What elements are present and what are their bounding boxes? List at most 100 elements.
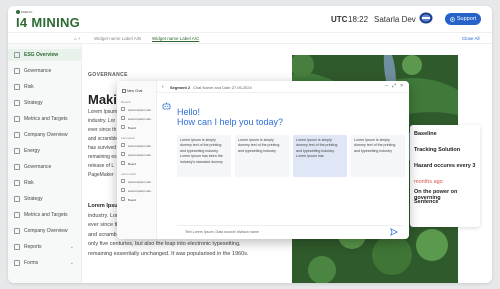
history-item[interactable]: Lorem Ipsum sim.. [121, 178, 155, 186]
company-badge-icon [419, 12, 433, 24]
sidebar-item-icon [14, 52, 20, 58]
close-all-link[interactable]: Close All [462, 36, 480, 41]
chat-bubble-icon [121, 143, 125, 147]
sidebar-item-icon [14, 244, 20, 250]
history-item-label: Lorem Ipsum sim.. [128, 143, 153, 148]
sidebar-item[interactable]: Company Overview [8, 129, 82, 141]
sidebar-item[interactable]: Reports ⌄ [8, 241, 82, 253]
history-item[interactable]: Lorem Ipsum sim.. [121, 187, 155, 195]
card-line: Sentence [414, 199, 439, 205]
history-item-label: Board [128, 125, 137, 130]
sidebar-item[interactable]: Governance [8, 161, 82, 173]
history-section-title: Last month [121, 172, 136, 176]
sidebar-item[interactable]: Governance [8, 65, 82, 77]
sidebar-item[interactable]: Metrics and Targets [8, 209, 82, 221]
support-label: Support [456, 16, 477, 22]
sidebar-item-label: Strategy [24, 196, 43, 202]
history-item[interactable]: Board [121, 160, 155, 168]
chat-header: ‹ Segment 2 Chat Name and Date 27.06.202… [157, 81, 409, 93]
home-icon[interactable]: ⌂ › [74, 36, 80, 42]
sidebar-item-icon [14, 180, 20, 186]
chat-name: Chat Name and Date 27.06.2024 [193, 85, 252, 90]
history-item-label: Lorem Ipsum sim.. [128, 188, 153, 193]
paragraph-line: remaining essentially unchanged. It was … [88, 250, 249, 257]
user-name[interactable]: Satarla Dev [374, 15, 416, 24]
new-chat-label: New Chat [127, 89, 143, 93]
sidebar-item[interactable]: Risk [8, 81, 82, 93]
sidebar-item[interactable]: Risk [8, 177, 82, 189]
chat-modal: New Chat Recent Lorem Ipsum sim.. Lorem Ip… [117, 81, 409, 239]
chat-bubble-icon [121, 197, 125, 201]
history-item[interactable]: Lorem Ipsum sim.. [121, 106, 155, 114]
logo-tagline: EMEIAS [21, 10, 33, 14]
chat-input-placeholder: Text Lorem Ipsum, Data source/ division … [185, 230, 259, 234]
history-section-title: Last week [121, 136, 135, 140]
history-item-label: Lorem Ipsum sim.. [128, 107, 153, 112]
history-item[interactable]: Board [121, 124, 155, 132]
breadcrumb: ⌂ › Widget name Label A/B Widget name La… [8, 32, 492, 44]
sidebar-item[interactable]: Forms ⌄ [8, 257, 82, 269]
sidebar: ESG Overview Governance Risk Strategy Metric… [8, 44, 82, 283]
sidebar-item-icon [14, 212, 20, 218]
history-item[interactable]: Board [121, 196, 155, 204]
sidebar-item-label: Metrics and Targets [24, 212, 68, 218]
sidebar-item-icon [14, 196, 20, 202]
card-line: Baseline [414, 131, 437, 137]
suggestion-card[interactable]: Lorem Ipsum is simply dummy text of the … [177, 135, 231, 177]
sidebar-item[interactable]: Strategy [8, 193, 82, 205]
expand-icon[interactable]: ⤢ [392, 83, 396, 89]
sidebar-item-label: Forms [24, 260, 39, 266]
breadcrumb-item-current[interactable]: Widget name Label A/C [152, 36, 199, 41]
suggestion-card[interactable]: Lorem Ipsum is simply dummy text of the … [351, 135, 405, 177]
new-chat-icon [122, 89, 126, 94]
sidebar-item-label: Metrics and Targets [24, 116, 68, 122]
utc-label: UTC [331, 15, 348, 24]
close-icon[interactable]: × [400, 83, 403, 89]
sidebar-item[interactable]: Strategy [8, 97, 82, 109]
history-section-title: Recent [121, 100, 131, 104]
greeting-help: How can I help you today? [177, 117, 284, 127]
window-controls: – ⤢ × [385, 83, 403, 89]
sidebar-item-label: Risk [24, 180, 34, 186]
history-item-label: Board [128, 161, 137, 166]
greeting-hello: Hello! [177, 107, 201, 117]
section-label: GOVERNANCE [88, 72, 128, 78]
chat-input[interactable]: Text Lorem Ipsum, Data source/ division … [177, 225, 403, 237]
sidebar-item-label: Reports [24, 244, 42, 250]
sidebar-item-icon [14, 148, 20, 154]
back-icon[interactable]: ‹ [162, 84, 164, 90]
chat-bubble-icon [121, 188, 125, 192]
utc-time: 18:22 [348, 15, 369, 24]
suggestion-card-selected[interactable]: Lorem Ipsum is simply dummy text of the … [293, 135, 347, 177]
support-button[interactable]: Support [445, 13, 481, 25]
sidebar-item[interactable]: Company Overview [8, 225, 82, 237]
breadcrumb-item[interactable]: Widget name Label A/B [94, 36, 141, 41]
minimize-icon[interactable]: – [385, 83, 388, 89]
history-item[interactable]: Lorem Ipsum sim.. [121, 151, 155, 159]
new-chat-button[interactable]: New Chat [122, 89, 143, 94]
chat-bubble-icon [121, 125, 125, 129]
sidebar-item-icon [14, 100, 20, 106]
chevron-down-icon: ⌄ [69, 244, 74, 250]
history-item-label: Lorem Ipsum sim.. [128, 179, 153, 184]
send-icon[interactable] [390, 228, 398, 236]
chat-bubble-icon [121, 161, 125, 165]
app-window: EMEIAS I4 MINING UTC 18:22 Satarla Dev S… [8, 6, 492, 283]
logo-mark-icon [16, 10, 20, 14]
suggestion-card[interactable]: Lorem Ipsum is simply dummy text of the … [235, 135, 289, 177]
sidebar-item[interactable]: ESG Overview [8, 49, 82, 61]
chevron-down-icon: ⌄ [69, 260, 74, 266]
chat-bubble-icon [121, 107, 125, 111]
insights-card: Baseline Tracking Solution Hazard occure… [410, 125, 480, 227]
history-item[interactable]: Lorem Ipsum sim.. [121, 142, 155, 150]
sidebar-item-icon [14, 164, 20, 170]
sidebar-item-label: ESG Overview [24, 52, 59, 58]
history-item[interactable]: Lorem Ipsum sim.. [121, 115, 155, 123]
history-item-label: Lorem Ipsum sim.. [128, 116, 153, 121]
sidebar-item-label: Company Overview [24, 228, 68, 234]
assistant-bot-icon [162, 102, 171, 110]
sidebar-item-label: Governance [24, 164, 52, 170]
sidebar-item[interactable]: Energy [8, 145, 82, 157]
sidebar-item[interactable]: Metrics and Targets [8, 113, 82, 125]
sidebar-item-icon [14, 68, 20, 74]
